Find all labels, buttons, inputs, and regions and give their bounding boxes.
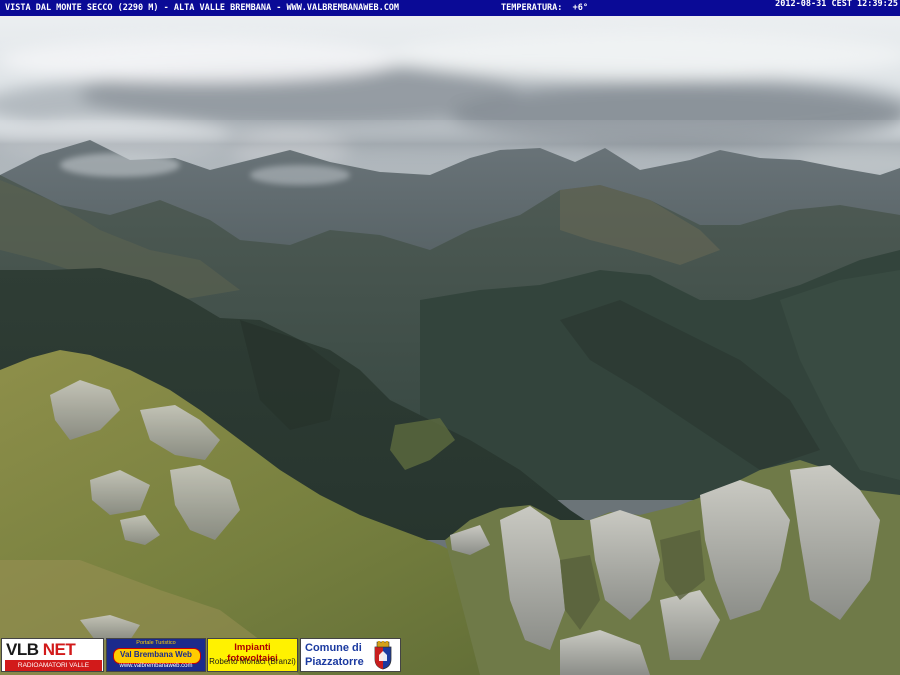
solar-subtitle: Roberto Monaci (Branzi): [209, 657, 296, 666]
webcam-mountain-view: [0, 0, 900, 675]
fotovoltaici-logo: Impianti fotovoltaici Roberto Monaci (Br…: [207, 638, 298, 672]
comune-line1: Comune di: [305, 642, 362, 654]
vlb-subtitle: RADIOAMATORI VALLE BREMBANA: [5, 660, 102, 671]
valbrembanaweb-logo: Portale Turistico Val Brembana Web www.v…: [106, 638, 206, 672]
timestamp: 2012-08-31 CEST 12:39:25: [775, 0, 898, 9]
vbw-name: Val Brembana Web: [120, 650, 192, 659]
temperature-readout: TEMPERATURA: +6°: [501, 0, 588, 16]
webcam-info-bar: VISTA DAL MONTE SECCO (2290 M) - ALTA VA…: [0, 0, 900, 16]
location-caption: VISTA DAL MONTE SECCO (2290 M) - ALTA VA…: [5, 3, 400, 13]
comune-piazzatorre-logo: Comune di Piazzatorre: [300, 638, 401, 672]
vlb-net-logo: VLB NET RADIOAMATORI VALLE BREMBANA: [1, 638, 104, 672]
vlb-net-brand: VLB NET: [6, 640, 76, 660]
temperature-value: +6°: [572, 3, 589, 13]
vbw-tagline: Portale Turistico: [136, 640, 176, 646]
sponsor-logos: VLB NET RADIOAMATORI VALLE BREMBANA Port…: [0, 638, 405, 675]
vbw-url: www.valbrembanaweb.com: [119, 663, 193, 669]
temperature-label: TEMPERATURA:: [501, 3, 563, 13]
net-text: NET: [42, 640, 76, 659]
coat-of-arms-icon: [374, 641, 392, 670]
comune-line2: Piazzatorre: [305, 656, 364, 668]
vlb-text: VLB: [6, 640, 39, 659]
